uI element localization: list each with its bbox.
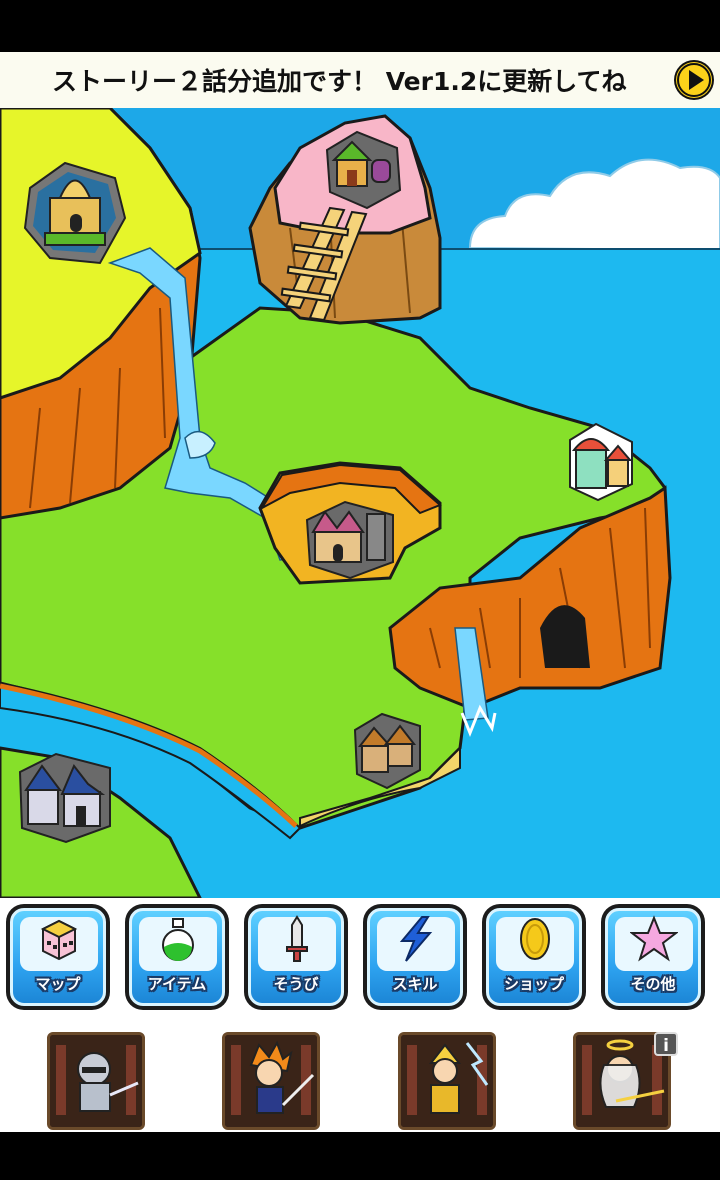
town-with-tower-icon[interactable] bbox=[305, 500, 395, 580]
colorful-town-icon[interactable] bbox=[566, 422, 636, 502]
party-bar: i bbox=[0, 1020, 720, 1132]
silver-knight-portrait bbox=[50, 1035, 142, 1127]
item-button[interactable]: アイテム bbox=[125, 904, 229, 1010]
village-icon[interactable] bbox=[352, 712, 422, 790]
blue-roof-town-icon[interactable] bbox=[16, 752, 114, 844]
shop-button[interactable]: ショップ bbox=[482, 904, 586, 1010]
map-button[interactable]: マップ bbox=[6, 904, 110, 1010]
skill-label: スキル bbox=[392, 975, 438, 993]
news-ticker[interactable]: ストーリー２話分追加です！ Ver1.2に更新してね bbox=[0, 52, 720, 108]
info-icon[interactable]: i bbox=[654, 1032, 678, 1056]
party-member-1[interactable] bbox=[47, 1032, 145, 1130]
system-nav-bar bbox=[0, 1132, 720, 1180]
ticker-message: ストーリー２話分追加です！ Ver1.2に更新してね bbox=[52, 67, 627, 96]
other-button[interactable]: その他 bbox=[601, 904, 705, 1010]
sword-icon bbox=[286, 915, 308, 962]
map-label: マップ bbox=[35, 975, 81, 993]
equip-button[interactable]: そうび bbox=[244, 904, 348, 1010]
world-map[interactable] bbox=[0, 108, 720, 898]
party-member-3[interactable] bbox=[398, 1032, 496, 1130]
golden-armor-lancer-portrait bbox=[401, 1035, 493, 1127]
coin-icon bbox=[520, 918, 550, 960]
shop-label: ショップ bbox=[503, 975, 564, 993]
status-bar bbox=[0, 0, 720, 52]
potion-icon bbox=[162, 918, 194, 961]
house-with-tower-icon[interactable] bbox=[322, 130, 402, 210]
item-label: アイテム bbox=[147, 975, 207, 993]
map-cube-icon bbox=[40, 919, 78, 961]
lightning-icon bbox=[399, 916, 433, 962]
bottom-menu: マップ アイテム そうび スキル ショップ その他 bbox=[0, 898, 720, 1020]
other-label: その他 bbox=[630, 975, 676, 993]
party-member-2[interactable] bbox=[222, 1032, 320, 1130]
star-icon bbox=[630, 915, 678, 962]
orange-hair-swordsman-portrait bbox=[225, 1035, 317, 1127]
castle-icon[interactable] bbox=[20, 158, 130, 268]
play-icon[interactable] bbox=[674, 60, 714, 100]
skill-button[interactable]: スキル bbox=[363, 904, 467, 1010]
equip-label: そうび bbox=[273, 975, 319, 993]
